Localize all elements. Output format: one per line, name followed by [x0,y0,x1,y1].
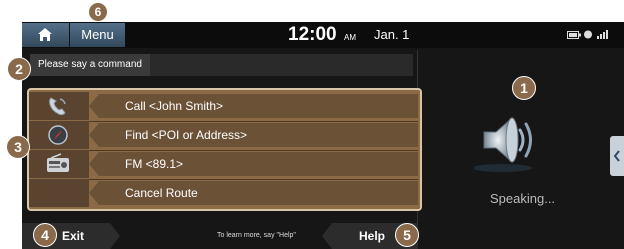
command-item-call[interactable]: Call <John Smith> [29,92,420,120]
signal-icon [597,30,609,39]
command-icon-cell [29,150,89,178]
command-icon-cell [29,92,89,120]
help-label[interactable]: Help [359,223,385,249]
radio-icon [47,153,69,172]
command-label: Cancel Route [125,186,198,200]
callout-5: 5 [395,223,419,247]
prompt-text: Please say a command [30,54,150,76]
chevron-left-icon [613,150,620,162]
command-icon-cell [29,179,89,207]
speaking-status: Speaking... [490,191,556,206]
clock-ampm: AM [344,33,356,42]
battery-icon [567,31,581,39]
home-icon [38,28,52,41]
command-item-fm[interactable]: FM <89.1> [29,150,420,178]
phone-icon [49,97,66,115]
command-label: Find <POI or Address> [125,128,248,142]
callout-3: 3 [6,135,30,159]
command-label: Call <John Smith> [125,99,224,113]
command-label: FM <89.1> [125,157,184,171]
command-icon-cell [29,121,89,149]
voice-recognition-screen: Menu 12:00 AM Jan. 1 Please say a comman… [22,22,624,249]
bluetooth-icon [584,30,593,39]
callout-4: 4 [33,223,57,247]
prompt-bar: Please say a command [30,54,413,76]
callout-1: 1 [512,76,536,100]
exit-label[interactable]: Exit [62,223,84,249]
callout-2: 2 [7,57,31,81]
command-item-find[interactable]: Find <POI or Address> [29,121,420,149]
speaker-icon [474,116,532,172]
command-item-cancel-route[interactable]: Cancel Route [29,179,420,207]
callout-6: 6 [88,2,108,22]
home-button[interactable] [22,23,70,47]
date-display: Jan. 1 [374,27,410,42]
top-bar: Menu 12:00 AM Jan. 1 [22,22,624,48]
menu-button[interactable]: Menu [70,23,125,47]
command-list: Call <John Smith> Find <POI or Address> [27,88,422,211]
status-icons [567,30,609,41]
side-panel-handle[interactable] [610,136,624,176]
help-hint: To learn more, say "Help" [217,232,296,239]
compass-icon [48,125,68,145]
clock-time: 12:00 [288,24,337,45]
